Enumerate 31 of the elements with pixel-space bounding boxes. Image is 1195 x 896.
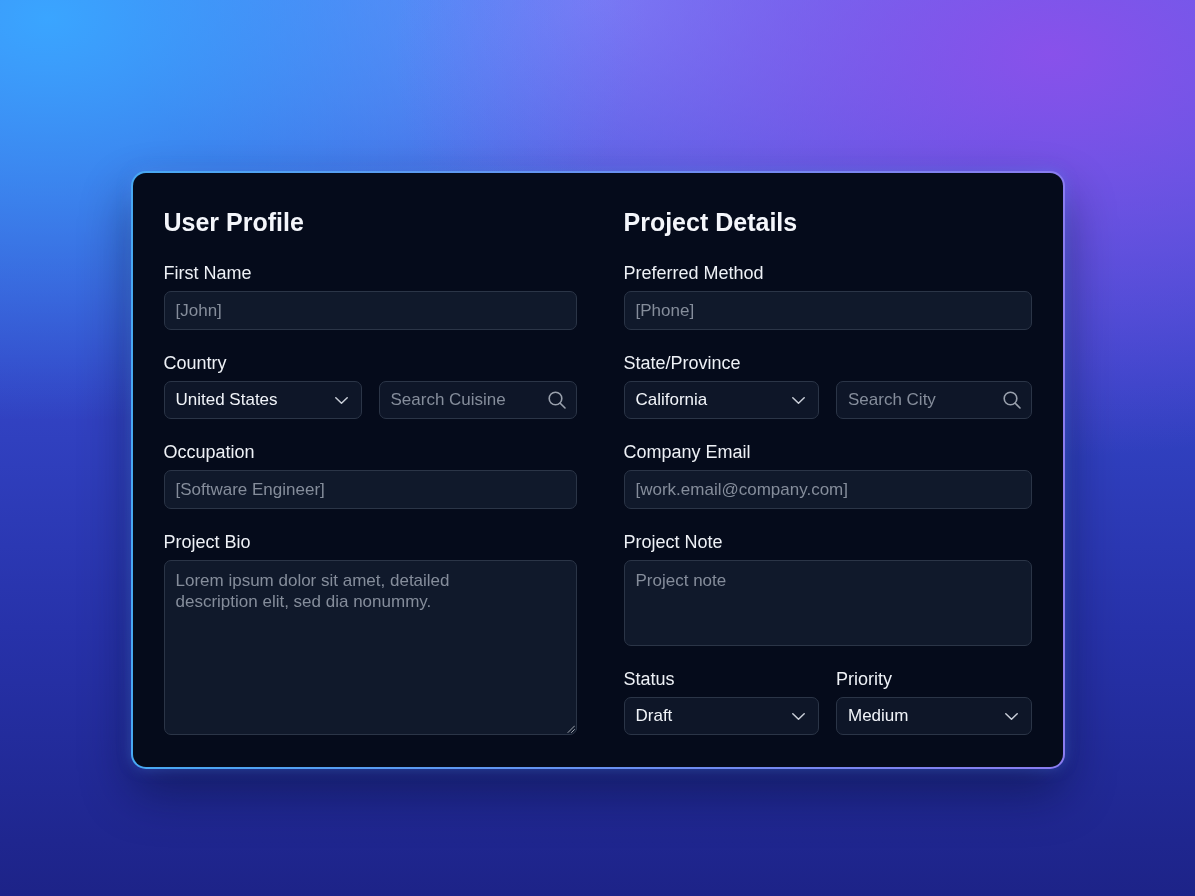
- field-label: Status: [623, 669, 675, 689]
- text-field[interactable]: [Phone]: [623, 291, 1032, 330]
- field-label: Company Email: [623, 442, 751, 462]
- chevron-down-icon: [1004, 712, 1018, 720]
- chevron-down-icon: [334, 396, 348, 404]
- text-area[interactable]: Lorem ipsum dolor sit amet, detailed description elit, sed dia nonummy.: [163, 560, 577, 735]
- text-field[interactable]: [Software Engineer]: [163, 470, 577, 509]
- dropdown[interactable]: Medium: [836, 697, 1032, 735]
- field-label: First Name: [163, 263, 252, 283]
- field-label: Priority: [836, 669, 892, 689]
- search-icon: [547, 391, 566, 409]
- field-label: State/Province: [623, 353, 741, 373]
- search-field[interactable]: Search Cuisine: [378, 381, 577, 419]
- text-field[interactable]: [John]: [163, 291, 577, 330]
- section-title: Project Details: [623, 207, 799, 238]
- field-label: Project Note: [623, 532, 723, 552]
- dropdown[interactable]: California: [623, 381, 819, 419]
- text-area[interactable]: Project note: [623, 560, 1032, 646]
- dropdown[interactable]: United States: [163, 381, 362, 419]
- field-label: Preferred Method: [623, 263, 764, 283]
- chevron-down-icon: [792, 712, 805, 720]
- search-field[interactable]: Search City: [836, 381, 1032, 419]
- field-label: Project Bio: [163, 532, 251, 552]
- text-field[interactable]: [work.email@company.com]: [623, 470, 1032, 509]
- section-title: User Profile: [163, 207, 305, 238]
- field-label: Country: [163, 353, 227, 373]
- chevron-down-icon: [792, 396, 805, 404]
- field-label: Occupation: [163, 442, 255, 462]
- resize-grip-icon[interactable]: [566, 725, 575, 733]
- dropdown[interactable]: Draft: [623, 697, 819, 735]
- search-icon: [1002, 391, 1021, 409]
